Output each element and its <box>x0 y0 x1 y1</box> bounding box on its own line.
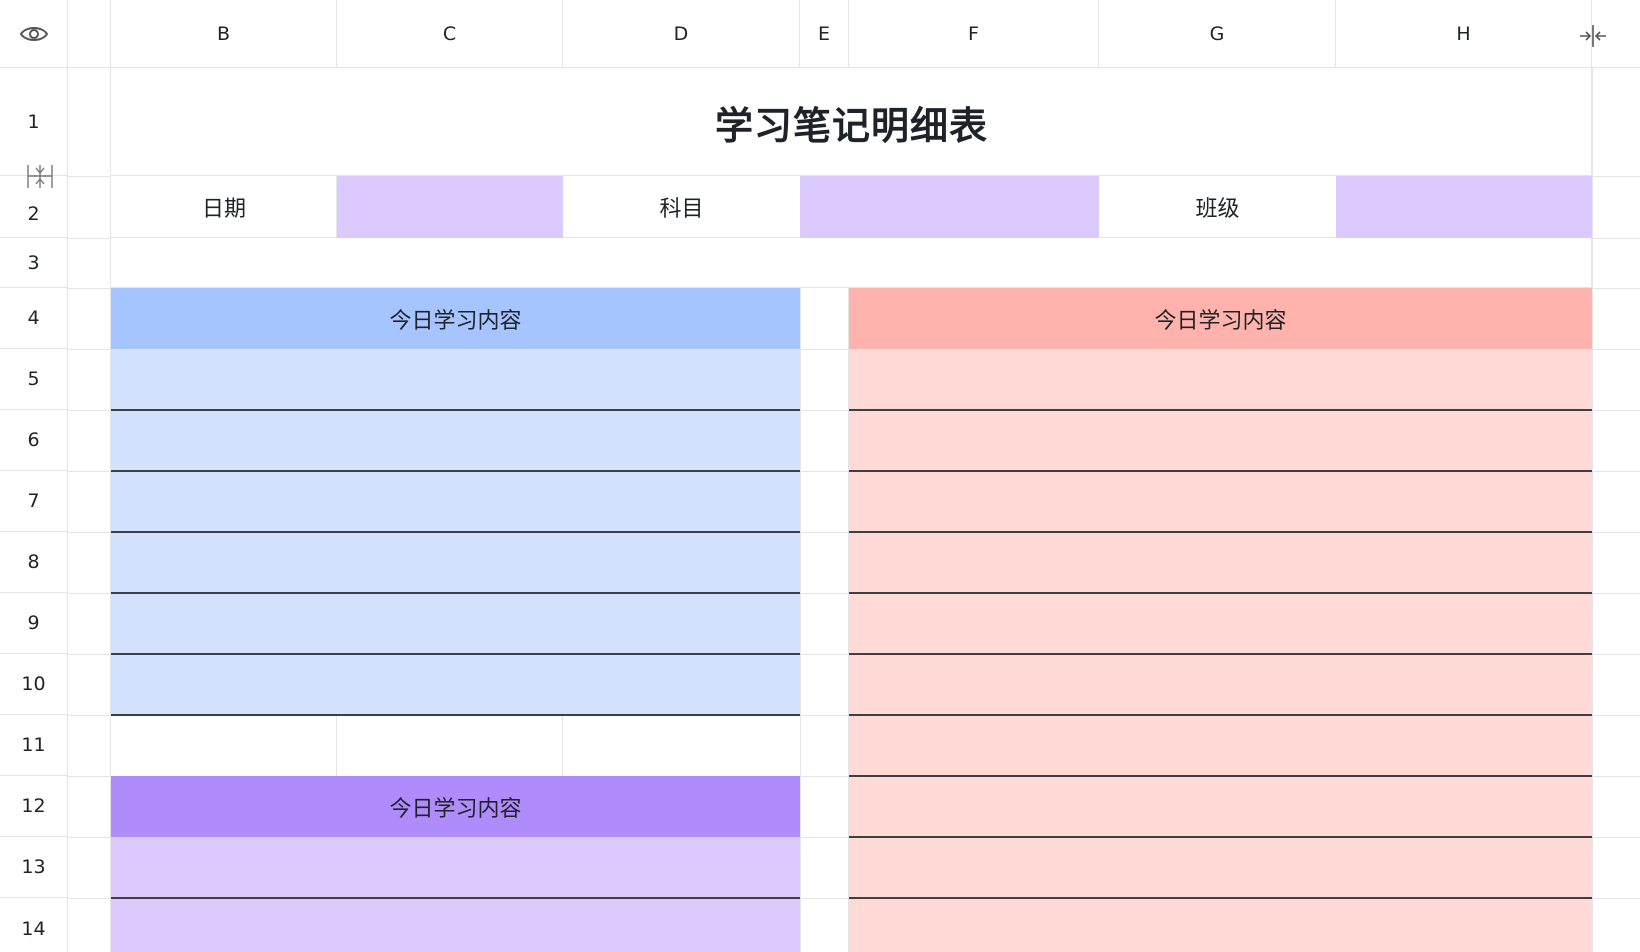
subject-label: 科目 <box>659 197 704 222</box>
row-header-6[interactable]: 6 <box>0 410 68 471</box>
column-header-h[interactable]: H <box>1336 0 1592 68</box>
row-header-4[interactable]: 4 <box>0 288 68 349</box>
row-header-3[interactable]: 3 <box>0 238 68 288</box>
column-header-e[interactable]: E <box>800 0 849 68</box>
row11-cell-b[interactable] <box>111 716 337 776</box>
row-header-7[interactable]: 7 <box>0 471 68 532</box>
sheet-title: 学习笔记明细表 <box>714 103 988 148</box>
row-header-10[interactable]: 10 <box>0 654 68 715</box>
right-margin-column[interactable] <box>1592 68 1640 952</box>
row-header-1[interactable]: 1 <box>0 68 68 176</box>
column-e-gap[interactable] <box>800 288 849 952</box>
red-section-title: 今日学习内容 <box>1154 308 1287 334</box>
collapse-columns-icon[interactable] <box>1578 24 1608 48</box>
row-header-14[interactable]: 14 <box>0 898 68 952</box>
blue-section-title: 今日学习内容 <box>389 308 522 334</box>
spacer-row-cell[interactable] <box>111 238 1592 288</box>
column-header-b[interactable]: B <box>111 0 337 68</box>
row-header-8[interactable]: 8 <box>0 532 68 593</box>
class-input-cell[interactable] <box>1336 176 1592 238</box>
row-header-13[interactable]: 13 <box>0 837 68 898</box>
purple-section-title: 今日学习内容 <box>389 796 522 822</box>
row-header-11[interactable]: 11 <box>0 715 68 776</box>
row-resize-icon[interactable] <box>26 162 54 190</box>
date-input-cell[interactable] <box>337 176 563 238</box>
row-header-9[interactable]: 9 <box>0 593 68 654</box>
purple-notes-area[interactable] <box>111 837 800 952</box>
column-header-c[interactable]: C <box>337 0 563 68</box>
column-header-g[interactable]: G <box>1099 0 1336 68</box>
column-header-a[interactable] <box>68 0 111 68</box>
corner-cell <box>0 0 68 68</box>
row11-cell-c[interactable] <box>337 716 563 776</box>
class-label: 班级 <box>1195 197 1240 222</box>
row11-cell-d[interactable] <box>563 716 800 776</box>
spreadsheet: B C D E F G H 1 2 3 4 5 6 7 8 9 10 11 12… <box>0 0 1640 952</box>
eye-icon[interactable] <box>19 24 49 44</box>
subject-input-cell[interactable] <box>800 176 1099 238</box>
date-label: 日期 <box>201 197 246 222</box>
red-notes-area[interactable] <box>849 349 1592 952</box>
row-header-12[interactable]: 12 <box>0 776 68 837</box>
column-header-d[interactable]: D <box>563 0 800 68</box>
column-header-f[interactable]: F <box>849 0 1099 68</box>
row-header-5[interactable]: 5 <box>0 349 68 410</box>
